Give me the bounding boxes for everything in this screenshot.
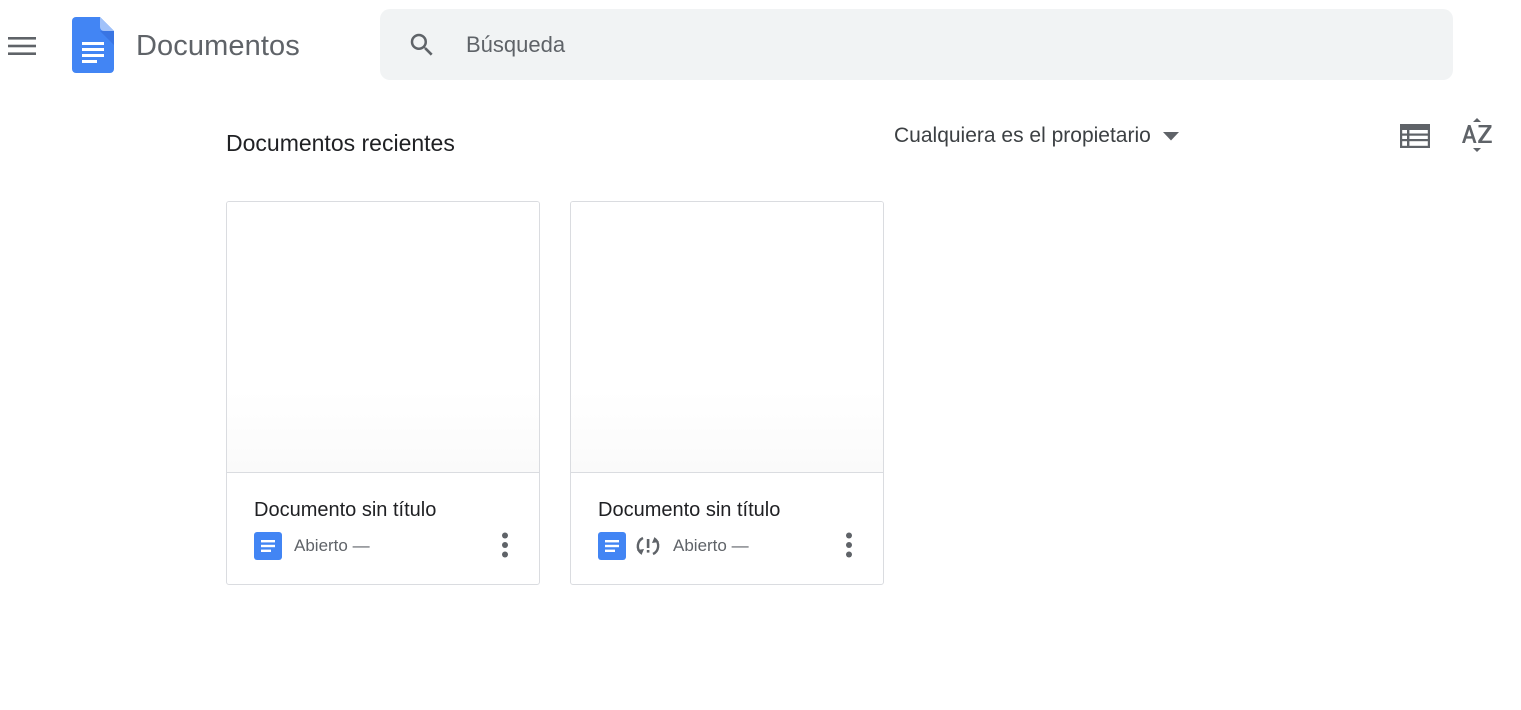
owner-filter-dropdown[interactable]: Cualquiera es el propietario bbox=[894, 120, 1179, 152]
list-view-icon bbox=[1400, 124, 1430, 148]
app-header: Documentos bbox=[0, 0, 1521, 92]
search-icon bbox=[410, 33, 433, 56]
document-thumbnail[interactable] bbox=[227, 202, 539, 473]
document-card[interactable]: Documento sin título Abierto — bbox=[226, 201, 540, 585]
more-vert-icon bbox=[846, 532, 852, 558]
app-title[interactable]: Documentos bbox=[136, 28, 300, 64]
document-opened-label: Abierto — bbox=[294, 536, 370, 555]
document-more-button[interactable] bbox=[489, 525, 521, 565]
sort-button[interactable] bbox=[1457, 115, 1497, 155]
main-menu-button[interactable] bbox=[2, 26, 42, 66]
google-docs-logo-icon[interactable] bbox=[72, 17, 116, 73]
search-button[interactable] bbox=[404, 27, 440, 63]
owner-filter-label: Cualquiera es el propietario bbox=[894, 124, 1151, 147]
document-title: Documento sin título bbox=[598, 499, 781, 521]
docs-file-icon bbox=[254, 532, 282, 560]
search-input[interactable] bbox=[464, 25, 1424, 65]
sync-problem-icon[interactable] bbox=[635, 533, 661, 559]
document-meta: Abierto — bbox=[598, 531, 749, 561]
caret-down-icon bbox=[1162, 131, 1179, 141]
document-more-button[interactable] bbox=[833, 525, 865, 565]
search-bar[interactable] bbox=[380, 9, 1453, 80]
sort-az-icon bbox=[1462, 118, 1492, 152]
hamburger-menu-icon bbox=[8, 37, 36, 55]
document-thumbnail[interactable] bbox=[571, 202, 883, 473]
section-title: Documentos recientes bbox=[226, 130, 455, 156]
document-meta: Abierto — bbox=[254, 531, 370, 561]
document-opened-label: Abierto — bbox=[673, 536, 749, 555]
more-vert-icon bbox=[502, 532, 508, 558]
document-title: Documento sin título bbox=[254, 499, 437, 521]
list-view-button[interactable] bbox=[1396, 117, 1434, 155]
document-card[interactable]: Documento sin título Abierto — bbox=[570, 201, 884, 585]
docs-file-icon bbox=[598, 532, 626, 560]
